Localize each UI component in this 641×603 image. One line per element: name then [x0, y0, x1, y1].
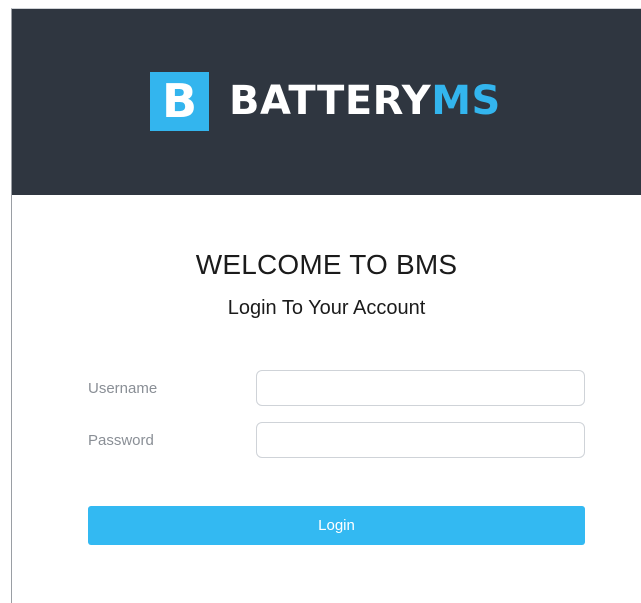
logo-text-accent: MS [431, 77, 501, 124]
username-label: Username [88, 380, 158, 397]
logo-badge: B [150, 71, 209, 131]
login-button[interactable]: Login [88, 506, 585, 545]
password-input[interactable] [256, 422, 585, 458]
brand-logo: B BATTERYMS [150, 71, 501, 131]
page-title: WELCOME TO BMS [195, 249, 458, 280]
page-subtitle: Login To Your Account [227, 297, 426, 319]
login-page: B BATTERYMS WELCOME TO BMS Login To Your… [0, 0, 641, 603]
header-banner: B BATTERYMS [12, 9, 641, 195]
logo-text-primary: BATTERY [229, 77, 432, 124]
password-label: Password [88, 432, 154, 449]
username-input[interactable] [256, 370, 585, 406]
login-card: B BATTERYMS WELCOME TO BMS Login To Your… [11, 8, 641, 603]
logo-wordmark: BATTERYMS [229, 72, 501, 131]
